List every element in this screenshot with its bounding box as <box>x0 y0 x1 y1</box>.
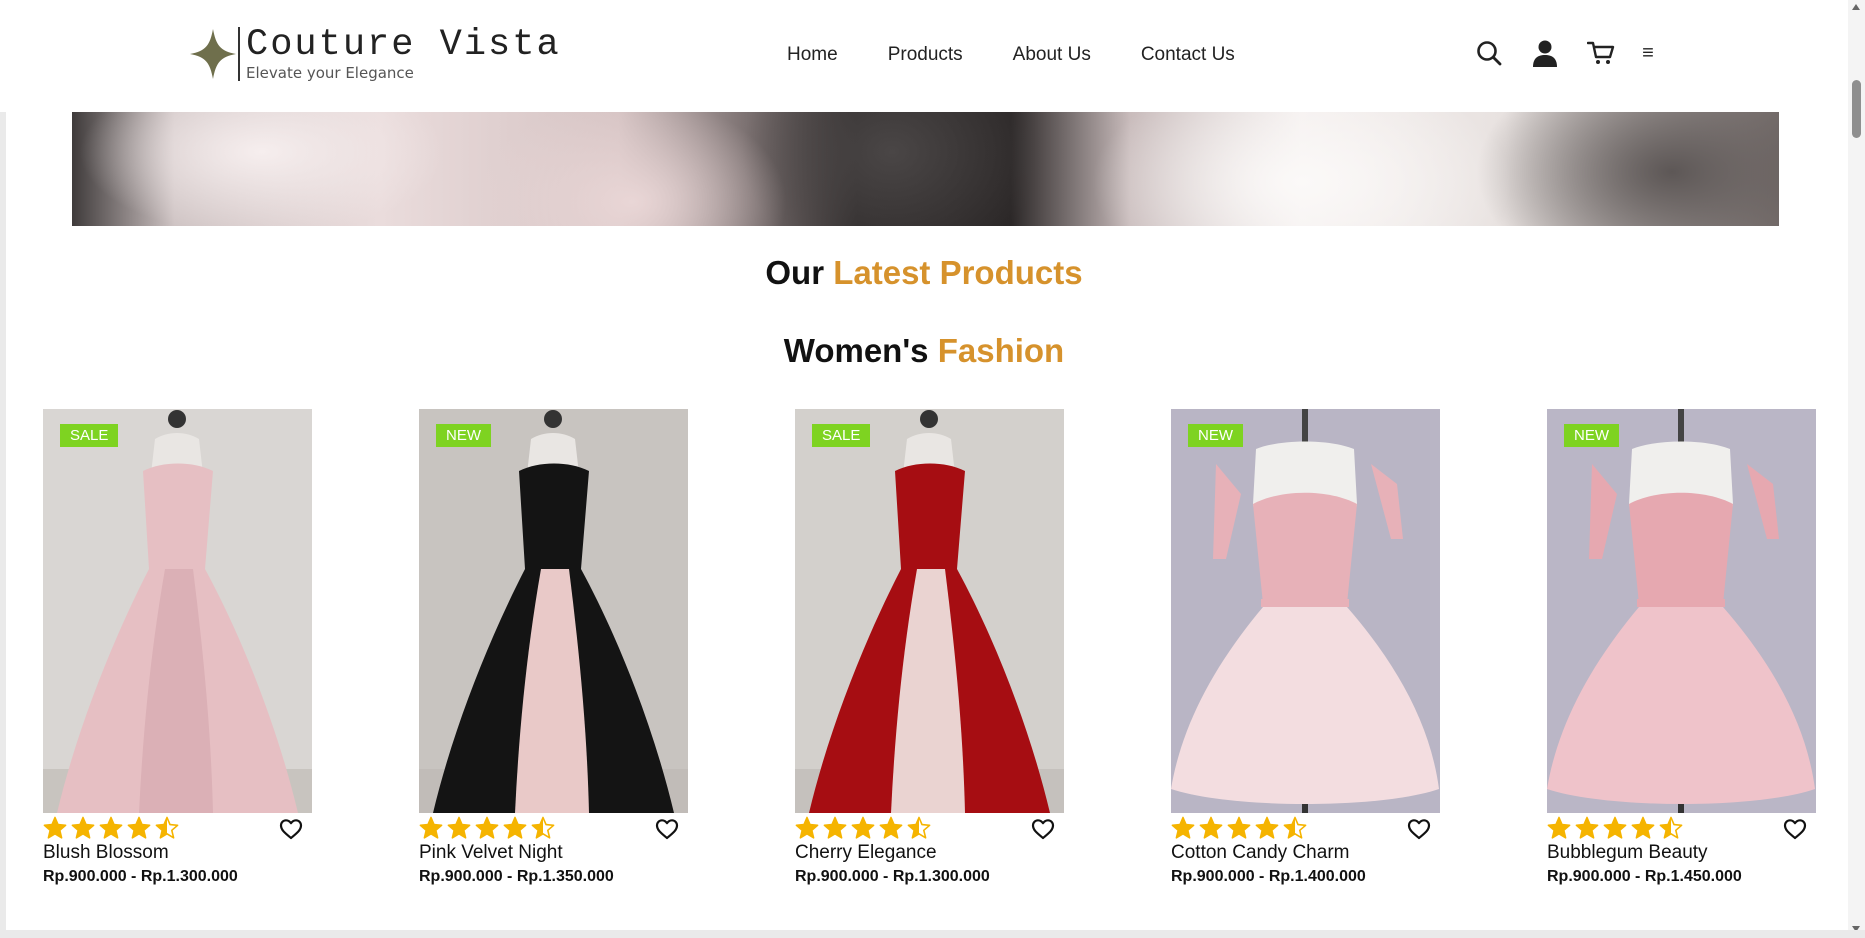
scroll-up-arrow-icon[interactable] <box>1852 4 1860 10</box>
rating-row <box>43 816 312 844</box>
star-icon <box>1199 816 1223 839</box>
product-badge: SALE <box>60 424 119 447</box>
star-icon <box>155 816 179 839</box>
star-icon <box>879 816 903 839</box>
product-name[interactable]: Bubblegum Beauty <box>1547 842 1816 864</box>
product-image[interactable]: NEW <box>1547 409 1816 813</box>
star-icon <box>1603 816 1627 839</box>
product-price: Rp.900.000 - Rp.1.300.000 <box>43 868 238 885</box>
logo-divider <box>238 27 240 81</box>
star-icon <box>43 816 67 839</box>
product-badge: SALE <box>812 424 871 447</box>
wishlist-heart-icon[interactable] <box>279 818 303 840</box>
wishlist-heart-icon[interactable] <box>1031 818 1055 840</box>
search-icon[interactable] <box>1474 38 1504 68</box>
star-icon <box>419 816 443 839</box>
logo-text: Couture Vista Elevate your Elegance <box>246 26 561 82</box>
cart-icon[interactable] <box>1586 38 1616 68</box>
product-price: Rp.900.000 - Rp.1.350.000 <box>419 868 614 885</box>
rating-row <box>1171 816 1440 844</box>
heading-accent: Latest Products <box>833 254 1083 291</box>
product-image[interactable]: NEW <box>419 409 688 813</box>
header-actions: ≡ <box>1474 38 1658 68</box>
product-name[interactable]: Cotton Candy Charm <box>1171 842 1440 864</box>
star-icon <box>1283 816 1307 839</box>
heading-prefix: Women's <box>783 332 938 369</box>
star-icon <box>1659 816 1683 839</box>
heading-accent: Fashion <box>937 332 1065 369</box>
product-price: Rp.900.000 - Rp.1.400.000 <box>1171 868 1366 885</box>
site-header: Couture Vista Elevate your Elegance Home… <box>0 0 1848 112</box>
rating-row <box>419 816 688 844</box>
scroll-thumb[interactable] <box>1852 80 1861 138</box>
product-image[interactable]: SALE <box>43 409 312 813</box>
product-card[interactable]: SALE Blush Blossom Rp.900.000 - Rp.1.300.0… <box>43 409 312 887</box>
product-card[interactable]: SALE Cherry Elegance Rp.900.000 - Rp.1.300… <box>795 409 1064 887</box>
star-icon <box>475 816 499 839</box>
nav-home[interactable]: Home <box>787 44 838 66</box>
star-icon <box>99 816 123 839</box>
diamond-logo-icon <box>190 29 236 79</box>
product-image[interactable]: NEW <box>1171 409 1440 813</box>
star-icon <box>907 816 931 839</box>
window-edge <box>0 0 6 938</box>
star-icon <box>1547 816 1571 839</box>
product-card[interactable]: NEW Pink Velvet Night Rp.900.000 - Rp.1.35… <box>419 409 688 887</box>
star-icon <box>1171 816 1195 839</box>
heading-prefix: Our <box>765 254 834 291</box>
brand-tagline: Elevate your Elegance <box>246 64 414 82</box>
star-icon <box>1255 816 1279 839</box>
menu-icon[interactable]: ≡ <box>1638 38 1658 68</box>
star-icon <box>447 816 471 839</box>
rating-stars <box>1547 816 1687 840</box>
brand-logo[interactable]: Couture Vista Elevate your Elegance <box>190 24 561 84</box>
product-badge: NEW <box>1188 424 1243 447</box>
wishlist-heart-icon[interactable] <box>1407 818 1431 840</box>
brand-name: Couture Vista <box>246 24 561 66</box>
latest-products-heading: Our Latest Products <box>0 254 1848 292</box>
product-badge: NEW <box>1564 424 1619 447</box>
rating-stars <box>43 816 183 840</box>
nav-products[interactable]: Products <box>888 44 963 66</box>
wishlist-heart-icon[interactable] <box>1783 818 1807 840</box>
product-card[interactable]: NEW Bubblegum Beauty Rp.900.000 - Rp.1.450… <box>1547 409 1816 887</box>
product-badge: NEW <box>436 424 491 447</box>
womens-fashion-heading: Women's Fashion <box>0 332 1848 370</box>
hero-banner <box>72 112 1779 226</box>
star-icon <box>851 816 875 839</box>
star-icon <box>1631 816 1655 839</box>
star-icon <box>127 816 151 839</box>
star-icon <box>503 816 527 839</box>
window-edge-bottom <box>0 930 1865 938</box>
star-icon <box>1227 816 1251 839</box>
rating-stars <box>1171 816 1311 840</box>
star-icon <box>795 816 819 839</box>
nav-about-us[interactable]: About Us <box>1013 44 1091 66</box>
star-icon <box>71 816 95 839</box>
page-scrollbar[interactable] <box>1848 0 1865 938</box>
product-name[interactable]: Blush Blossom <box>43 842 312 864</box>
star-icon <box>823 816 847 839</box>
product-price: Rp.900.000 - Rp.1.450.000 <box>1547 868 1742 885</box>
rating-row <box>795 816 1064 844</box>
wishlist-heart-icon[interactable] <box>655 818 679 840</box>
nav-contact-us[interactable]: Contact Us <box>1141 44 1235 66</box>
rating-row <box>1547 816 1816 844</box>
rating-stars <box>419 816 559 840</box>
product-price: Rp.900.000 - Rp.1.300.000 <box>795 868 990 885</box>
product-name[interactable]: Pink Velvet Night <box>419 842 688 864</box>
star-icon <box>1575 816 1599 839</box>
star-icon <box>531 816 555 839</box>
main-nav: Home Products About Us Contact Us <box>787 44 1285 66</box>
rating-stars <box>795 816 935 840</box>
product-image[interactable]: SALE <box>795 409 1064 813</box>
user-icon[interactable] <box>1530 38 1560 68</box>
product-name[interactable]: Cherry Elegance <box>795 842 1064 864</box>
product-card[interactable]: NEW Cotton Candy Charm Rp.900.000 - Rp.1.4… <box>1171 409 1440 887</box>
